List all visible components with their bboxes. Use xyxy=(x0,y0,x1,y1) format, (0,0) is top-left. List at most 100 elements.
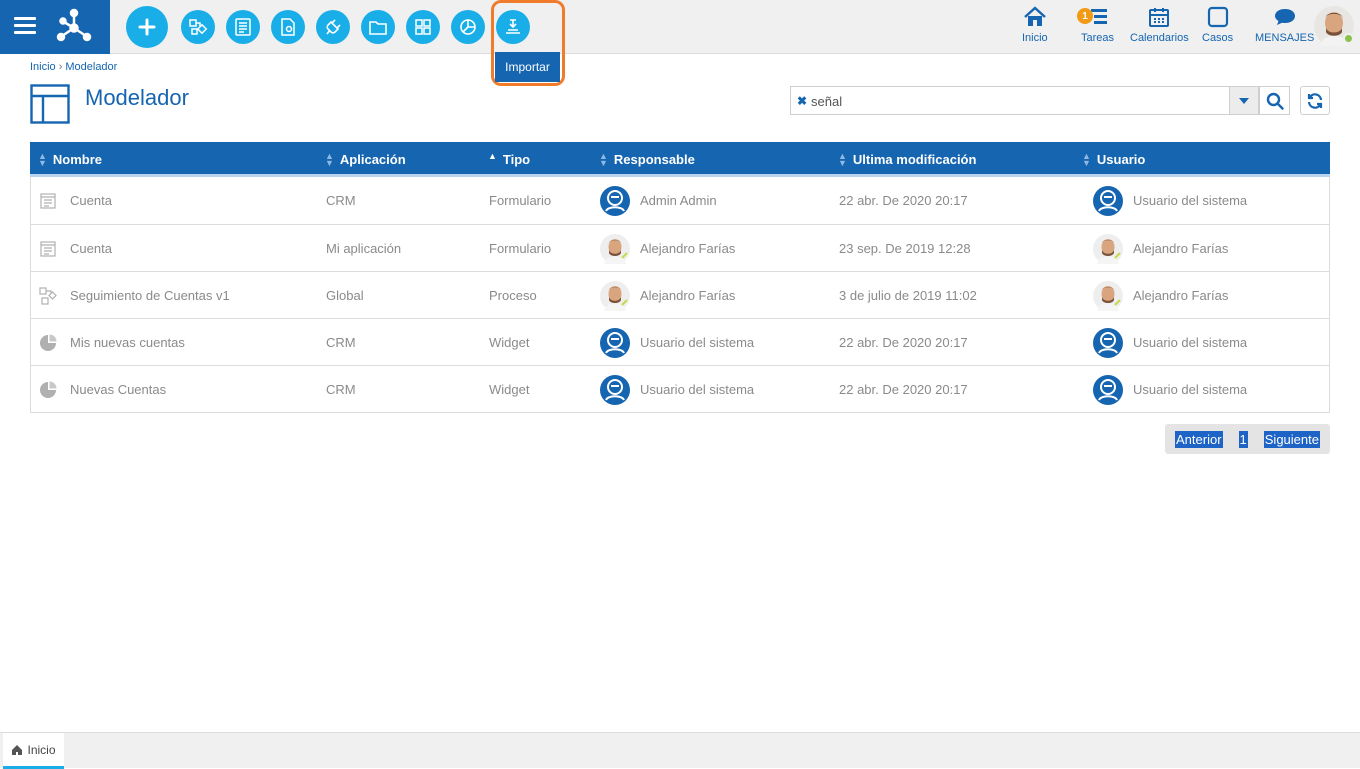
table-header: ▲ ▼ Nombre ▲ ▼ Aplicación ▲ Tipo ▲ ▼ Responsab… xyxy=(30,142,1330,177)
row-user: Alejandro Farías xyxy=(1133,241,1229,256)
nav-cases-label: Casos xyxy=(1202,32,1234,44)
cell-last-modified: 22 abr. De 2020 20:17 xyxy=(839,366,968,413)
cell-user: Usuario del sistema xyxy=(1093,366,1247,413)
cell-application: CRM xyxy=(326,319,356,366)
folder-icon xyxy=(369,21,387,35)
row-name: Mis nuevas cuentas xyxy=(70,335,185,350)
table-row[interactable]: Seguimiento de Cuentas v1 Global Proceso Al… xyxy=(31,271,1329,318)
table-body: Cuenta CRM Formulario Admin Admin 22 abr. De… xyxy=(30,177,1330,413)
cell-user: Usuario del sistema xyxy=(1093,177,1247,224)
import-tooltip: Importar xyxy=(495,52,560,82)
cell-type: Formulario xyxy=(489,177,551,224)
new-button[interactable] xyxy=(126,6,168,48)
column-header-name[interactable]: ▲ ▼ Nombre xyxy=(38,142,102,177)
refresh-button[interactable] xyxy=(1300,86,1330,115)
footer-tab-home[interactable]: Inicio xyxy=(3,733,64,769)
pie-chart-icon xyxy=(40,381,57,398)
search-input[interactable] xyxy=(811,92,1211,110)
cell-name: Cuenta xyxy=(39,225,112,272)
form-icon xyxy=(40,192,56,209)
row-type: Proceso xyxy=(489,288,537,303)
table-row[interactable]: Mis nuevas cuentas CRM Widget Usuario del s… xyxy=(31,318,1329,365)
column-header-application[interactable]: ▲ ▼ Aplicación xyxy=(325,142,406,177)
row-name: Cuenta xyxy=(70,241,112,256)
row-application: CRM xyxy=(326,335,356,350)
nav-calendars-label: Calendarios xyxy=(1130,32,1189,44)
row-name: Cuenta xyxy=(70,193,112,208)
cell-responsible: Usuario del sistema xyxy=(600,366,754,413)
table-row[interactable]: Cuenta CRM Formulario Admin Admin 22 abr. De… xyxy=(31,177,1329,224)
cell-name: Cuenta xyxy=(39,177,112,224)
column-header-label: Nombre xyxy=(52,152,103,167)
column-header-type[interactable]: ▲ Tipo xyxy=(488,142,530,177)
cell-user: Usuario del sistema xyxy=(1093,319,1247,366)
column-header-label: Usuario xyxy=(1096,152,1146,167)
search-icon xyxy=(1266,92,1284,110)
row-type: Widget xyxy=(489,335,530,350)
row-last-modified: 3 de julio de 2019 11:02 xyxy=(839,288,977,303)
row-user: Usuario del sistema xyxy=(1133,193,1248,208)
document-gear-icon xyxy=(281,18,295,36)
home-icon xyxy=(12,744,23,755)
search-button[interactable] xyxy=(1259,86,1290,115)
pages-button[interactable] xyxy=(406,10,440,44)
row-type: Formulario xyxy=(489,241,552,256)
row-name: Nuevas Cuentas xyxy=(70,382,167,397)
column-header-last-modified[interactable]: ▲ ▼ Ultima modificación xyxy=(838,142,976,177)
caret-down-icon xyxy=(1239,97,1249,104)
nav-cases[interactable]: Casos xyxy=(1202,6,1233,50)
form-icon xyxy=(40,240,56,257)
page-number-button[interactable]: 1 xyxy=(1238,430,1248,448)
sort-icon: ▲ ▼ xyxy=(38,150,47,168)
nav-calendars[interactable]: Calendarios xyxy=(1130,6,1189,50)
folders-button[interactable] xyxy=(361,10,395,44)
previous-page-button[interactable]: Anterior xyxy=(1175,430,1223,448)
table-row[interactable]: Nuevas Cuentas CRM Widget Usuario del siste… xyxy=(31,365,1329,412)
cell-name: Nuevas Cuentas xyxy=(39,366,166,413)
forms-button[interactable] xyxy=(226,10,260,44)
column-header-label: Ultima modificación xyxy=(852,152,977,167)
row-responsible: Usuario del sistema xyxy=(640,382,755,397)
row-user: Usuario del sistema xyxy=(1133,335,1248,350)
cell-type: Widget xyxy=(489,319,529,366)
search-box: ✖ xyxy=(790,86,1230,115)
process-icon xyxy=(189,19,208,35)
cell-user: Alejandro Farías xyxy=(1093,225,1228,272)
top-bar: Importar Inicio Tareas 1 Calendarios Cas… xyxy=(0,0,1360,86)
row-responsible: Usuario del sistema xyxy=(640,335,755,350)
documents-button[interactable] xyxy=(271,10,305,44)
breadcrumb-separator: › xyxy=(58,61,63,73)
row-application: CRM xyxy=(326,382,356,397)
cell-last-modified: 22 abr. De 2020 20:17 xyxy=(839,319,968,366)
logo-icon[interactable] xyxy=(56,8,92,44)
nav-home[interactable]: Inicio xyxy=(1022,6,1048,50)
system-user-avatar xyxy=(600,185,630,216)
hamburger-menu-icon[interactable] xyxy=(14,17,36,35)
sort-icon: ▲ ▼ xyxy=(599,150,608,168)
cell-responsible: Alejandro Farías xyxy=(600,272,735,319)
breadcrumb-home-link[interactable]: Inicio xyxy=(30,61,56,73)
nav-messages[interactable]: MENSAJES xyxy=(1255,6,1314,50)
plus-icon xyxy=(138,18,156,36)
cell-application: CRM xyxy=(326,177,356,224)
search-dropdown-button[interactable] xyxy=(1229,86,1259,115)
integrations-button[interactable] xyxy=(316,10,350,44)
clear-search-icon[interactable]: ✖ xyxy=(797,94,807,108)
page-title: Modelador xyxy=(85,85,189,110)
next-page-button[interactable]: Siguiente xyxy=(1263,430,1320,448)
nav-home-label: Inicio xyxy=(1022,32,1048,44)
cell-application: Global xyxy=(326,272,364,319)
row-responsible: Alejandro Farías xyxy=(640,241,736,256)
processes-button[interactable] xyxy=(181,10,215,44)
sort-icon: ▲ ▼ xyxy=(1082,150,1091,168)
breadcrumb-current[interactable]: Modelador xyxy=(65,61,117,73)
column-header-user[interactable]: ▲ ▼ Usuario xyxy=(1082,142,1145,177)
pagination: Anterior 1 Siguiente xyxy=(1165,424,1330,454)
table-row[interactable]: Cuenta Mi aplicación Formulario Alejandro F… xyxy=(31,224,1329,271)
calendar-icon xyxy=(1149,8,1170,27)
cell-responsible: Admin Admin xyxy=(600,177,717,224)
sort-icon: ▲ ▼ xyxy=(838,150,847,168)
column-header-responsible[interactable]: ▲ ▼ Responsable xyxy=(599,142,695,177)
widgets-button[interactable] xyxy=(451,10,485,44)
system-user-avatar xyxy=(1093,327,1123,358)
